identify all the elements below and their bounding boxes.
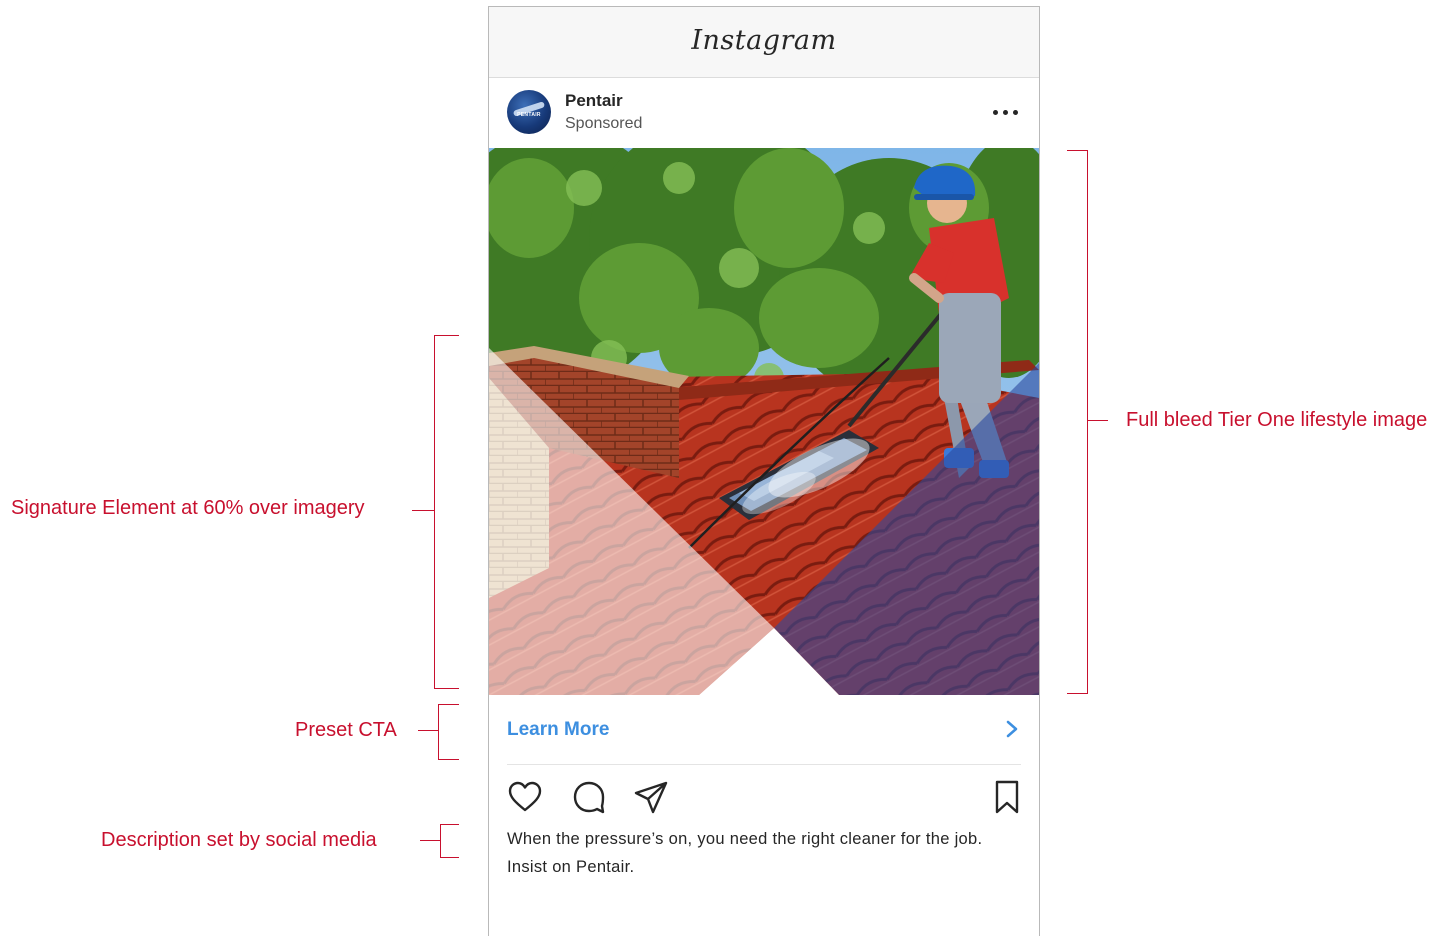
chevron-right-icon[interactable] — [1005, 719, 1019, 739]
instagram-post-mockup: Instagram PENTAIR Pentair Sponsored Lear… — [488, 6, 1040, 936]
divider — [507, 764, 1021, 765]
comment-icon[interactable] — [571, 779, 607, 815]
annotation-full-bleed: Full bleed Tier One lifestyle image — [1126, 409, 1428, 431]
annotation-bracket-full-bleed — [1067, 150, 1088, 694]
annotation-bracket-signature — [434, 335, 459, 689]
annotation-preset-cta: Preset CTA — [295, 719, 397, 741]
heart-icon[interactable] — [507, 779, 543, 815]
avatar[interactable]: PENTAIR — [507, 90, 551, 134]
post-caption: When the pressure’s on, you need the rig… — [507, 830, 983, 876]
app-logo: Instagram — [691, 25, 837, 56]
action-bar — [489, 775, 1039, 819]
sponsored-label: Sponsored — [565, 115, 643, 132]
avatar-logo-text: PENTAIR — [517, 112, 541, 118]
cta-row[interactable]: Learn More — [489, 695, 1039, 763]
app-header: Instagram — [489, 7, 1039, 78]
annotation-description: Description set by social media — [101, 829, 377, 851]
post-image[interactable] — [489, 148, 1039, 695]
send-icon[interactable] — [633, 779, 669, 815]
annotation-tick — [1088, 420, 1108, 421]
annotation-signature-element: Signature Element at 60% over imagery — [11, 497, 365, 519]
annotation-bracket-cta — [438, 704, 459, 760]
post-header: PENTAIR Pentair Sponsored — [489, 78, 1039, 148]
more-options-icon[interactable] — [991, 102, 1021, 122]
annotation-tick — [418, 730, 438, 731]
annotation-bracket-description — [440, 824, 459, 858]
lifestyle-photo — [489, 148, 1039, 695]
learn-more-button[interactable]: Learn More — [507, 719, 609, 741]
annotation-tick — [412, 510, 434, 511]
annotation-tick — [420, 840, 440, 841]
account-name[interactable]: Pentair — [565, 91, 623, 111]
bookmark-icon[interactable] — [989, 779, 1025, 815]
